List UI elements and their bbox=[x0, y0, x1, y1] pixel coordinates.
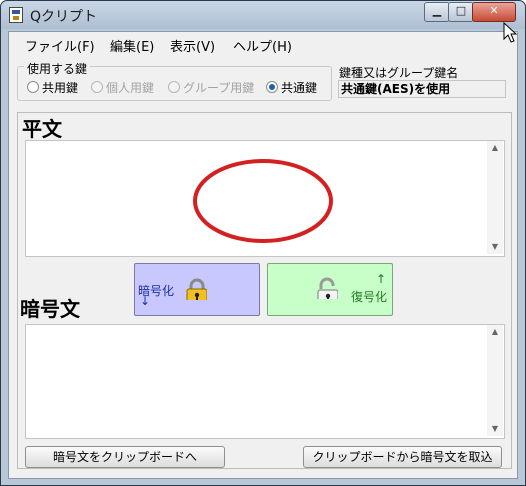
scroll-up-icon[interactable]: ▲ bbox=[487, 141, 503, 155]
radio-personal-key-label: 個人用鍵 bbox=[106, 81, 155, 95]
lock-closed-icon bbox=[186, 278, 207, 300]
cipher-text-area[interactable] bbox=[25, 324, 505, 439]
radio-common-key[interactable] bbox=[266, 81, 278, 93]
menu-view[interactable]: 表示(V) bbox=[170, 36, 215, 55]
plain-text-title: 平文 bbox=[22, 117, 62, 141]
radio-group-key bbox=[168, 81, 180, 93]
key-type-label: 鍵種又はグループ鍵名 bbox=[339, 66, 459, 80]
encrypt-button[interactable]: 暗号化 ↓ bbox=[134, 263, 260, 316]
radio-shared-key-label[interactable]: 共用鍵 bbox=[42, 79, 78, 96]
minimize-button[interactable]: ▁ bbox=[424, 2, 450, 22]
scroll-down-icon[interactable]: ▼ bbox=[487, 240, 503, 254]
lock-open-icon bbox=[317, 277, 338, 299]
radio-personal-key bbox=[91, 81, 103, 93]
menu-edit[interactable]: 編集(E) bbox=[110, 36, 154, 55]
window-title: Qクリプト bbox=[30, 9, 98, 25]
paste-cipher-from-clipboard-button[interactable]: クリップボードから暗号文を取込 bbox=[303, 446, 502, 468]
mouse-cursor-icon bbox=[503, 22, 517, 43]
red-ellipse-annotation bbox=[193, 159, 333, 243]
key-type-value: 共通鍵(AES)を使用 bbox=[338, 80, 506, 98]
menu-help[interactable]: ヘルプ(H) bbox=[233, 36, 292, 55]
maximize-button[interactable]: □ bbox=[448, 2, 474, 22]
close-button[interactable]: ✕ bbox=[472, 2, 516, 22]
cipher-text-scrollbar[interactable]: ▲ ▼ bbox=[487, 325, 503, 436]
copy-cipher-to-clipboard-button[interactable]: 暗号文をクリップボードへ bbox=[25, 446, 225, 468]
cipher-text-title: 暗号文 bbox=[20, 297, 80, 321]
radio-shared-key[interactable] bbox=[27, 81, 39, 93]
radio-group-key-label: グループ用鍵 bbox=[183, 81, 255, 95]
radio-common-key-label[interactable]: 共通鍵 bbox=[281, 79, 317, 96]
menu-file[interactable]: ファイル(F) bbox=[25, 36, 95, 55]
plain-text-scrollbar[interactable]: ▲ ▼ bbox=[487, 141, 503, 254]
key-group-legend: 使用する鍵 bbox=[24, 60, 91, 77]
scroll-up-icon[interactable]: ▲ bbox=[487, 325, 503, 339]
decrypt-arrow-icon: ↑ bbox=[376, 272, 387, 286]
encrypt-arrow-icon: ↓ bbox=[140, 294, 151, 308]
scroll-down-icon[interactable]: ▼ bbox=[487, 422, 503, 436]
app-icon bbox=[9, 7, 23, 23]
decrypt-button[interactable]: 復号化 ↑ bbox=[267, 263, 393, 316]
decrypt-label: 復号化 bbox=[351, 290, 388, 304]
